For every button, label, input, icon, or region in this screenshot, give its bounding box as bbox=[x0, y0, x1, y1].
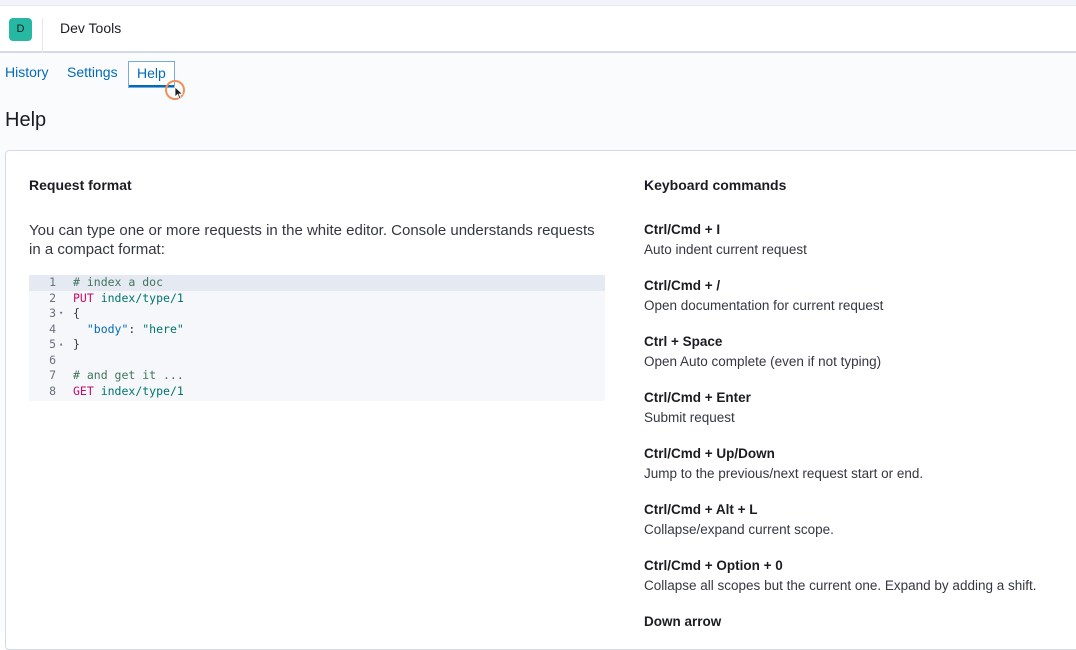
line-number: 5 bbox=[49, 337, 56, 351]
command-shortcut: Down arrow bbox=[644, 614, 722, 629]
line-number: 7 bbox=[49, 368, 56, 382]
code-text: # index a doc bbox=[73, 275, 164, 289]
command-shortcut: Ctrl/Cmd + Alt + L bbox=[644, 502, 758, 517]
code-text: "body": "here" bbox=[73, 321, 184, 336]
code-line: 7 # and get it ... bbox=[29, 368, 605, 384]
line-number: 2 bbox=[49, 290, 56, 305]
code-line: 5 ▴ } bbox=[29, 337, 605, 353]
keyboard-commands-title: Keyboard commands bbox=[644, 177, 787, 193]
code-text: PUT index/type/1 bbox=[73, 290, 184, 305]
command-description: Jump to the previous/next request start … bbox=[644, 466, 924, 481]
line-number: 4 bbox=[49, 321, 56, 336]
command-description: Auto indent current request bbox=[644, 242, 807, 257]
code-line: 6 bbox=[29, 353, 605, 369]
request-format-intro: You can type one or more requests in the… bbox=[29, 222, 595, 258]
code-text: # and get it ... bbox=[73, 368, 184, 382]
command-shortcut: Ctrl/Cmd + / bbox=[644, 278, 721, 293]
code-text: GET index/type/1 bbox=[73, 383, 184, 398]
main-content: History Settings Help Help Request forma… bbox=[0, 53, 1076, 650]
code-text: { bbox=[73, 306, 80, 320]
request-format-title: Request format bbox=[29, 177, 132, 193]
code-line: 4 "body": "here" bbox=[29, 322, 605, 338]
command-item: Ctrl + Space Open Auto complete (even if… bbox=[644, 333, 1076, 373]
code-line: 2 PUT index/type/1 bbox=[29, 291, 605, 307]
command-description: Open documentation for current request bbox=[644, 298, 884, 313]
line-number: 1 bbox=[49, 275, 56, 289]
code-line: 1 # index a doc bbox=[29, 275, 605, 291]
line-number: 6 bbox=[49, 352, 56, 367]
command-description: Collapse all scopes but the current one.… bbox=[644, 578, 1037, 593]
header-divider bbox=[42, 18, 43, 54]
command-shortcut: Ctrl/Cmd + Up/Down bbox=[644, 446, 775, 461]
page-title: Help bbox=[5, 109, 47, 131]
fold-toggle-icon[interactable]: ▾ bbox=[59, 306, 63, 322]
command-description: Open Auto complete (even if not typing) bbox=[644, 354, 882, 369]
tab-help-label: Help bbox=[137, 65, 166, 81]
command-item: Ctrl/Cmd + I Auto indent current request bbox=[644, 221, 1076, 261]
command-shortcut: Ctrl/Cmd + I bbox=[644, 222, 721, 237]
command-description: Collapse/expand current scope. bbox=[644, 522, 834, 537]
tab-bar: History Settings Help bbox=[0, 53, 400, 93]
command-shortcut: Ctrl + Space bbox=[644, 334, 723, 349]
command-description: Submit request bbox=[644, 410, 735, 425]
space-avatar[interactable]: D bbox=[9, 18, 32, 41]
app-title: Dev Tools bbox=[60, 20, 122, 36]
command-item: Ctrl/Cmd + Up/Down Jump to the previous/… bbox=[644, 445, 1076, 485]
code-line: 3 ▾ { bbox=[29, 306, 605, 322]
command-item: Ctrl/Cmd + Option + 0 Collapse all scope… bbox=[644, 557, 1076, 597]
code-text: } bbox=[73, 337, 80, 351]
fold-toggle-icon[interactable]: ▴ bbox=[59, 337, 63, 353]
command-item: Ctrl/Cmd + Enter Submit request bbox=[644, 389, 1076, 429]
command-item: Down arrow bbox=[644, 613, 1076, 631]
code-line: 8 GET index/type/1 bbox=[29, 384, 605, 400]
line-number: 8 bbox=[49, 383, 56, 398]
help-panel: Request format You can type one or more … bbox=[5, 150, 1076, 650]
tab-history[interactable]: History bbox=[5, 64, 49, 80]
command-item: Ctrl/Cmd + Alt + L Collapse/expand curre… bbox=[644, 501, 1076, 541]
command-shortcut: Ctrl/Cmd + Enter bbox=[644, 390, 751, 405]
line-number: 3 bbox=[49, 306, 56, 320]
mouse-pointer-icon bbox=[174, 86, 184, 100]
tab-settings[interactable]: Settings bbox=[67, 64, 118, 80]
command-shortcut: Ctrl/Cmd + Option + 0 bbox=[644, 558, 783, 573]
code-example: 1 # index a doc 2 PUT index/type/1 3 ▾ {… bbox=[29, 275, 605, 401]
app-header: D Dev Tools bbox=[0, 6, 1076, 54]
command-item: Ctrl/Cmd + / Open documentation for curr… bbox=[644, 277, 1076, 317]
